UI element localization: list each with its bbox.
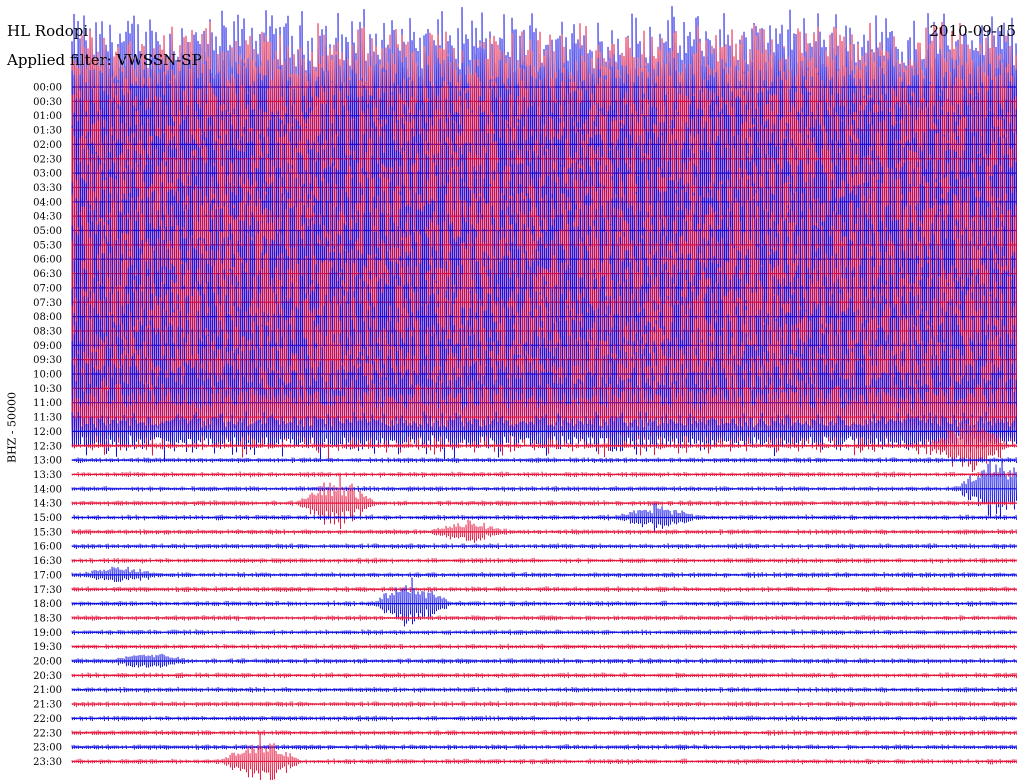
row-tick-label: 08:00 [33, 312, 62, 323]
row-tick-label: 15:00 [33, 513, 62, 524]
row-tick-label: 00:30 [33, 97, 62, 108]
row-tick-label: 23:30 [33, 757, 62, 768]
row-tick-label: 17:30 [33, 585, 62, 596]
row-tick-label: 18:00 [33, 599, 62, 610]
row-tick-label: 12:30 [33, 441, 62, 452]
row-tick-label: 01:30 [33, 126, 62, 137]
row-tick-label: 07:30 [33, 298, 62, 309]
row-tick-label: 19:00 [33, 628, 62, 639]
row-tick-label: 06:00 [33, 255, 62, 266]
row-tick-label: 16:30 [33, 556, 62, 567]
row-tick-label: 18:30 [33, 613, 62, 624]
row-tick-label: 04:30 [33, 212, 62, 223]
row-tick-label: 03:00 [33, 169, 62, 180]
row-tick-label: 13:30 [33, 470, 62, 481]
row-tick-label: 16:00 [33, 542, 62, 553]
row-tick-label: 04:00 [33, 197, 62, 208]
row-tick-label: 14:00 [33, 484, 62, 495]
filter-label: Applied filter: VWSSN-SP [7, 51, 202, 69]
row-tick-label: 12:00 [33, 427, 62, 438]
row-tick-label: 07:00 [33, 283, 62, 294]
row-tick-label: 21:00 [33, 685, 62, 696]
row-tick-label: 11:00 [33, 398, 62, 409]
row-tick-label: 10:00 [33, 370, 62, 381]
row-tick-label: 02:30 [33, 154, 62, 165]
row-tick-label: 17:00 [33, 570, 62, 581]
row-tick-label: 05:30 [33, 240, 62, 251]
row-tick-label: 01:00 [33, 111, 62, 122]
row-tick-label: 20:30 [33, 671, 62, 682]
row-tick-label: 09:00 [33, 341, 62, 352]
row-tick-label: 23:00 [33, 743, 62, 754]
row-tick-label: 22:30 [33, 728, 62, 739]
row-tick-label: 02:00 [33, 140, 62, 151]
row-tick-label: 11:30 [33, 413, 62, 424]
traces-group [71, 6, 1017, 780]
trace-2330 [71, 733, 1017, 780]
row-tick-label: 13:00 [33, 456, 62, 467]
row-tick-label: 19:30 [33, 642, 62, 653]
station-title: HL Rodopi [7, 22, 89, 40]
date-label: 2010-09-15 [929, 22, 1016, 40]
row-tick-label: 22:00 [33, 714, 62, 725]
seismogram-plot: 00:00 00:30 01:00 01:30 02:00 02:30 03:00 03:30… [33, 6, 1017, 780]
trace-1430 [71, 474, 1017, 530]
row-tick-label: 06:30 [33, 269, 62, 280]
row-tick-label: 08:30 [33, 326, 62, 337]
row-tick-label: 09:30 [33, 355, 62, 366]
y-axis-label: BHZ - 50000 [5, 391, 19, 464]
row-tick-label: 15:30 [33, 527, 62, 538]
row-tick-label: 14:30 [33, 499, 62, 510]
row-tick-label: 00:00 [33, 83, 62, 94]
tick-labels-group: 00:00 00:30 01:00 01:30 02:00 02:30 03:00 03:30… [33, 83, 62, 768]
row-tick-label: 21:30 [33, 700, 62, 711]
row-tick-label: 20:00 [33, 657, 62, 668]
row-tick-label: 05:00 [33, 226, 62, 237]
row-tick-label: 03:30 [33, 183, 62, 194]
row-tick-label: 10:30 [33, 384, 62, 395]
